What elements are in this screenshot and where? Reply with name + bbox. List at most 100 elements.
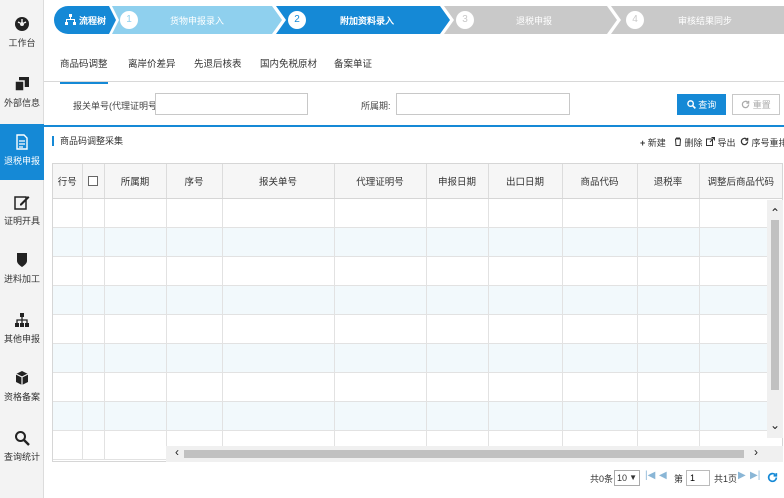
export-button[interactable]: 导出: [706, 136, 736, 149]
plus-icon: +: [640, 138, 646, 148]
sidebar-item-tax-refund[interactable]: 退税申报: [0, 124, 44, 180]
sidebar-item-label: 进料加工: [3, 274, 40, 284]
table-cell: [334, 372, 427, 402]
refresh-icon[interactable]: [767, 472, 778, 483]
table-row[interactable]: [53, 401, 782, 431]
step-number: 2: [288, 11, 306, 29]
scroll-down-icon[interactable]: ⌄: [770, 418, 780, 432]
col-header[interactable]: 所属期: [104, 164, 167, 199]
table-cell: [426, 314, 489, 344]
declaration-number-input[interactable]: [155, 93, 308, 115]
col-header-select-all[interactable]: [82, 164, 105, 199]
table-cell: [637, 285, 700, 315]
table-cell: [166, 343, 223, 373]
last-page-icon[interactable]: ▶|: [750, 470, 760, 481]
sidebar-item-external-info[interactable]: 外部信息: [0, 66, 44, 118]
col-header[interactable]: 报关单号: [222, 164, 335, 199]
edit-icon: [14, 196, 30, 210]
page-prefix: 第: [674, 474, 684, 484]
table-cell: [334, 285, 427, 315]
table-cell: [562, 198, 638, 228]
table-row[interactable]: [53, 343, 782, 373]
vertical-scrollbar[interactable]: [767, 200, 783, 438]
reset-label: 重置: [752, 100, 771, 110]
col-header[interactable]: 代理证明号: [334, 164, 427, 199]
tab-filing-documents[interactable]: 备案单证: [334, 56, 372, 70]
table-cell: [104, 227, 167, 257]
scroll-up-icon[interactable]: ⌃: [770, 206, 780, 220]
col-header[interactable]: 出口日期: [488, 164, 563, 199]
scroll-left-icon[interactable]: ‹: [175, 445, 179, 459]
horizontal-scrollbar[interactable]: [166, 446, 783, 462]
sidebar-item-other[interactable]: 其他申报: [0, 302, 44, 354]
table-cell: [334, 314, 427, 344]
sidebar-item-query[interactable]: 查询统计: [0, 420, 44, 472]
table-cell: [82, 227, 105, 257]
horizontal-scroll-thumb[interactable]: [184, 450, 744, 458]
table-cell: [222, 227, 335, 257]
table-row[interactable]: [53, 372, 782, 402]
table-row[interactable]: [53, 314, 782, 344]
col-header[interactable]: 申报日期: [426, 164, 489, 199]
table-cell: [562, 372, 638, 402]
tab-refund-first[interactable]: 先退后核表: [194, 56, 242, 70]
period-input[interactable]: [396, 93, 570, 115]
export-icon: [706, 137, 715, 146]
query-button[interactable]: 查询: [677, 94, 726, 115]
prev-page-icon[interactable]: ◀: [659, 470, 667, 481]
first-page-icon[interactable]: |◀: [645, 470, 655, 481]
next-page-icon[interactable]: ▶: [738, 470, 746, 481]
table-cell: [488, 343, 563, 373]
export-label: 导出: [717, 138, 736, 148]
table-cell: [488, 198, 563, 228]
total-pages-text: 共1页: [714, 474, 738, 484]
table-cell: [562, 314, 638, 344]
table-cell: [104, 198, 167, 228]
table-cell: [82, 401, 105, 431]
table-row[interactable]: [53, 256, 782, 286]
table-cell: [488, 227, 563, 257]
col-header[interactable]: 行号: [53, 164, 83, 199]
sidebar-item-label: 外部信息: [3, 98, 40, 108]
reset-button[interactable]: 重置: [732, 94, 780, 115]
section-header: 商品码调整采集 + 新建 删除 导出 序号重排: [44, 125, 784, 153]
col-header[interactable]: 退税率: [637, 164, 700, 199]
col-header[interactable]: 调整后商品代码: [699, 164, 782, 199]
sidebar-item-processing[interactable]: 进料加工: [0, 242, 44, 294]
table-cell: [166, 372, 223, 402]
table-cell: [562, 256, 638, 286]
col-header[interactable]: 商品代码: [562, 164, 638, 199]
tab-fob-difference[interactable]: 离岸价差异: [128, 56, 176, 70]
table-cell: [637, 372, 700, 402]
table-cell: [53, 401, 83, 431]
document-icon: [16, 134, 28, 150]
reorder-button[interactable]: 序号重排: [740, 136, 784, 149]
page-size-select[interactable]: 10 ▼: [614, 470, 640, 486]
step-arrows: [54, 6, 784, 34]
table-cell: [222, 372, 335, 402]
delete-button[interactable]: 删除: [674, 136, 703, 149]
tab-commodity-code[interactable]: 商品码调整: [60, 56, 108, 84]
scroll-right-icon[interactable]: ›: [754, 445, 758, 459]
shield-icon: [17, 253, 27, 267]
table-row[interactable]: [53, 198, 782, 228]
table-cell: [53, 430, 83, 460]
sidebar-item-certificate[interactable]: 证明开具: [0, 184, 44, 236]
table-cell: [53, 314, 83, 344]
table-cell: [488, 285, 563, 315]
select-all-checkbox[interactable]: [88, 175, 98, 186]
sidebar-item-filing[interactable]: 资格备案: [0, 360, 44, 412]
table-row[interactable]: [53, 285, 782, 315]
new-button[interactable]: + 新建: [640, 136, 666, 149]
declaration-number-label: 报关单号(代理证明号):: [73, 101, 163, 111]
table-cell: [488, 314, 563, 344]
table-row[interactable]: [53, 227, 782, 257]
refresh-icon: [741, 100, 750, 109]
sidebar-item-workbench[interactable]: 工作台: [0, 6, 44, 58]
page-number-input[interactable]: [686, 470, 710, 486]
vertical-scroll-thumb[interactable]: [771, 220, 779, 390]
table-cell: [637, 256, 700, 286]
col-header[interactable]: 序号: [166, 164, 223, 199]
sidebar-item-label: 其他申报: [3, 334, 40, 344]
tab-domestic-materials[interactable]: 国内免税原材: [260, 56, 317, 70]
